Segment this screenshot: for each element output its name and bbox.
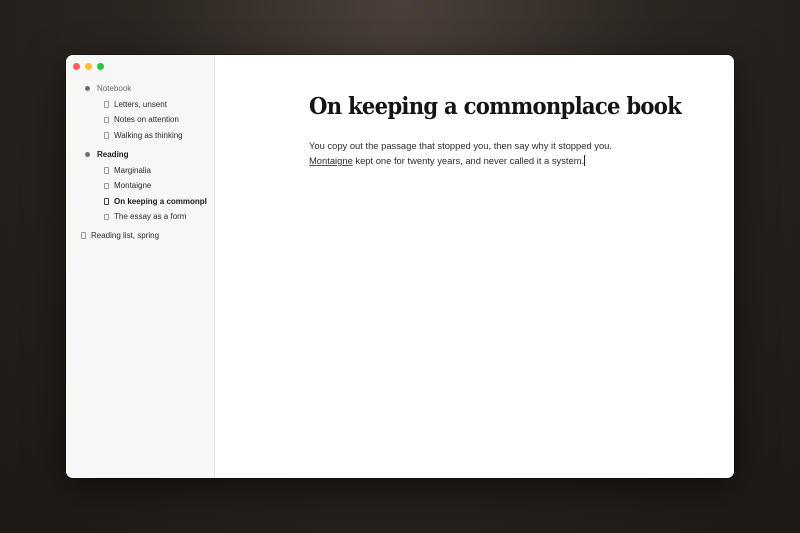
document-icon: [104, 198, 109, 205]
app-window: Notebook Letters, unsent Notes on attent…: [66, 55, 734, 478]
window-controls: [73, 63, 104, 70]
page-label: On keeping a commonpl: [114, 196, 207, 206]
minimize-button[interactable]: [85, 63, 92, 70]
page-item-marginalia[interactable]: Marginalia: [66, 163, 214, 179]
folder-reading[interactable]: Reading: [66, 147, 214, 163]
page-item-letters-unsent[interactable]: Letters, unsent: [66, 97, 214, 113]
document-icon: [104, 213, 109, 220]
page-item-notes-on-attention[interactable]: Notes on attention: [66, 112, 214, 128]
folder-notebook[interactable]: Notebook: [66, 81, 214, 97]
document-icon: [104, 116, 109, 123]
page-label: Montaigne: [114, 181, 152, 191]
zoom-button[interactable]: [97, 63, 104, 70]
document-icon: [104, 101, 109, 108]
page-item-on-keeping-a-commonplace-book[interactable]: On keeping a commonpl: [66, 194, 214, 210]
page-label: Marginalia: [114, 165, 151, 175]
document-icon: [104, 182, 109, 189]
document-body[interactable]: You copy out the passage that stopped yo…: [309, 138, 639, 168]
page-item-montaigne[interactable]: Montaigne: [66, 178, 214, 194]
page-label: Letters, unsent: [114, 99, 167, 109]
page-title[interactable]: On keeping a commonplace book: [309, 93, 682, 120]
document-icon: [104, 132, 109, 139]
document-icon: [81, 232, 86, 239]
close-button[interactable]: [73, 63, 80, 70]
editor[interactable]: On keeping a commonplace book You copy o…: [215, 55, 734, 478]
montaigne-link[interactable]: Montaigne: [309, 155, 353, 166]
page-item-walking-as-thinking[interactable]: Walking as thinking: [66, 128, 214, 144]
body-line-2: kept one for twenty years, and never cal…: [352, 155, 585, 166]
page-label: Notes on attention: [114, 115, 179, 125]
page-item-the-essay-as-a-form[interactable]: The essay as a form: [66, 209, 214, 225]
page-label: The essay as a form: [114, 212, 187, 222]
body-line-1: You copy out the passage that stopped yo…: [309, 140, 612, 151]
page-label: Walking as thinking: [114, 130, 183, 140]
text-cursor: [584, 155, 586, 166]
folder-label: Reading: [97, 150, 129, 160]
folder-bullet-icon: [85, 152, 90, 158]
page-item-reading-list-spring[interactable]: Reading list, spring: [66, 228, 214, 244]
page-tree: Notebook Letters, unsent Notes on attent…: [66, 81, 214, 243]
folder-label: Notebook: [97, 84, 132, 94]
sidebar: Notebook Letters, unsent Notes on attent…: [66, 55, 215, 478]
page-label: Reading list, spring: [91, 230, 160, 240]
document-icon: [104, 167, 109, 174]
folder-bullet-icon: [85, 86, 90, 92]
